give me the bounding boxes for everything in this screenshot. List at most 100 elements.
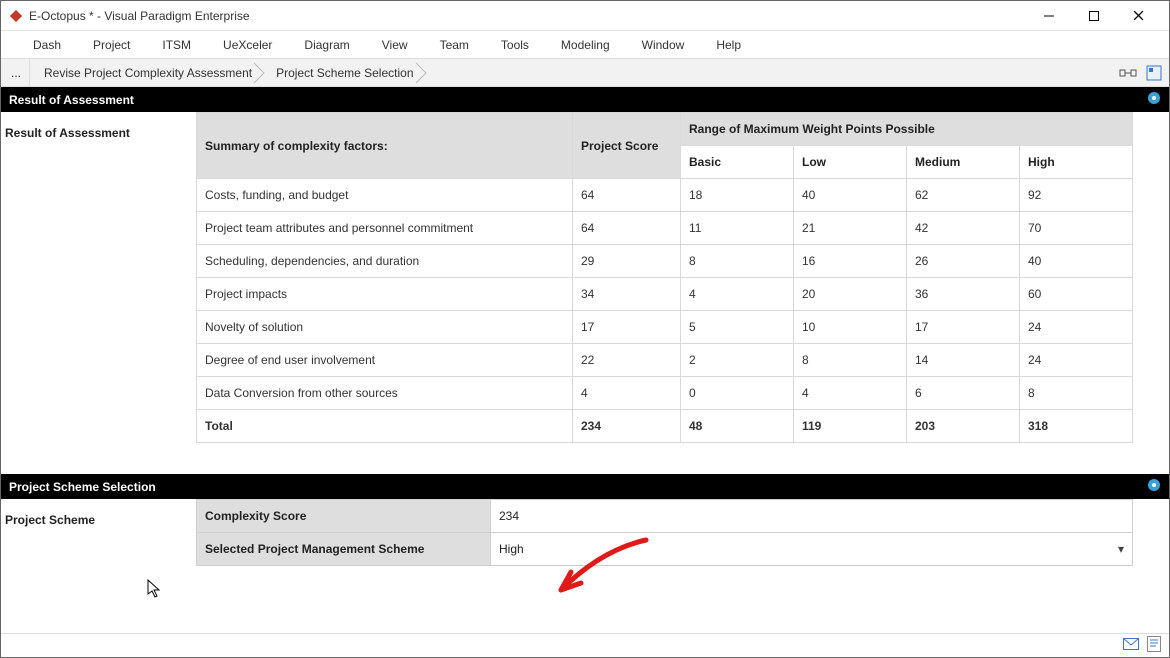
table-cell: 29 [573, 245, 681, 278]
panel-side-label-scheme: Project Scheme [1, 499, 196, 578]
table-row: Costs, funding, and budget6418406292 [197, 179, 1133, 212]
window-title: E-Octopus * - Visual Paradigm Enterprise [29, 9, 1026, 23]
menu-help[interactable]: Help [700, 34, 757, 56]
help-icon[interactable] [1147, 478, 1161, 495]
table-cell: 40 [794, 179, 907, 212]
table-cell: Costs, funding, and budget [197, 179, 573, 212]
breadcrumb-item-2[interactable]: Project Scheme Selection [266, 59, 427, 86]
col-summary: Summary of complexity factors: [197, 113, 573, 179]
col-medium: Medium [907, 146, 1020, 179]
table-cell: Project impacts [197, 278, 573, 311]
maximize-button[interactable] [1071, 1, 1116, 30]
table-cell: 4 [573, 377, 681, 410]
menu-diagram[interactable]: Diagram [288, 34, 365, 56]
table-cell: 64 [573, 212, 681, 245]
menu-project[interactable]: Project [77, 34, 146, 56]
table-cell: 64 [573, 179, 681, 212]
scheme-row-score: Complexity Score 234 [197, 500, 1133, 533]
table-cell: 0 [681, 377, 794, 410]
table-row: Scheduling, dependencies, and duration29… [197, 245, 1133, 278]
help-icon[interactable] [1147, 91, 1161, 108]
total-cell: 203 [907, 410, 1020, 443]
menu-team[interactable]: Team [424, 34, 485, 56]
chevron-right-icon [414, 61, 428, 85]
col-range: Range of Maximum Weight Points Possible [681, 113, 1133, 146]
table-cell: Project team attributes and personnel co… [197, 212, 573, 245]
col-low: Low [794, 146, 907, 179]
table-cell: 10 [794, 311, 907, 344]
statusbar [1, 633, 1169, 657]
close-button[interactable] [1116, 1, 1161, 30]
table-cell: 21 [794, 212, 907, 245]
panel-title: Result of Assessment [9, 93, 1147, 107]
scheme-select-cell[interactable]: High ▾ [491, 533, 1133, 566]
breadcrumb-overflow[interactable]: ... [3, 59, 30, 86]
panel-separator [1, 456, 1169, 474]
total-cell: 119 [794, 410, 907, 443]
breadcrumb-bar: ... Revise Project Complexity Assessment… [1, 59, 1169, 87]
table-cell: 26 [907, 245, 1020, 278]
app-icon [9, 9, 23, 23]
col-high: High [1020, 146, 1133, 179]
menu-window[interactable]: Window [626, 34, 701, 56]
panel-header-result: Result of Assessment [1, 87, 1169, 112]
toolbar-layout-button[interactable] [1117, 62, 1139, 84]
table-cell: 11 [681, 212, 794, 245]
table-row-total: Total23448119203318 [197, 410, 1133, 443]
total-cell: 318 [1020, 410, 1133, 443]
factors-table-wrap: Summary of complexity factors: Project S… [196, 112, 1169, 455]
menu-uexceler[interactable]: UeXceler [207, 34, 288, 56]
table-cell: 24 [1020, 344, 1133, 377]
panel-body-result: Result of Assessment Summary of complexi… [1, 112, 1169, 456]
table-cell: 4 [794, 377, 907, 410]
panel-header-scheme: Project Scheme Selection [1, 474, 1169, 499]
table-cell: 92 [1020, 179, 1133, 212]
panel-body-scheme: Project Scheme Complexity Score 234 Sele… [1, 499, 1169, 579]
scheme-table: Complexity Score 234 Selected Project Ma… [196, 499, 1133, 566]
table-cell: 17 [573, 311, 681, 344]
table-row: Project team attributes and personnel co… [197, 212, 1133, 245]
toolbar-diagram-button[interactable] [1143, 62, 1165, 84]
minimize-button[interactable] [1026, 1, 1071, 30]
table-cell: 62 [907, 179, 1020, 212]
menu-view[interactable]: View [366, 34, 424, 56]
table-cell: 5 [681, 311, 794, 344]
col-basic: Basic [681, 146, 794, 179]
table-cell: 60 [1020, 278, 1133, 311]
breadcrumb-label: Project Scheme Selection [276, 66, 413, 80]
scheme-score-value: 234 [491, 500, 1133, 533]
table-cell: 2 [681, 344, 794, 377]
menu-itsm[interactable]: ITSM [146, 34, 207, 56]
table-cell: Degree of end user involvement [197, 344, 573, 377]
scheme-select-label: Selected Project Management Scheme [197, 533, 491, 566]
table-row: Degree of end user involvement22281424 [197, 344, 1133, 377]
dropdown-caret-icon: ▾ [1118, 542, 1124, 556]
table-cell: 16 [794, 245, 907, 278]
breadcrumb-item-1[interactable]: Revise Project Complexity Assessment [34, 59, 266, 86]
table-cell: 42 [907, 212, 1020, 245]
titlebar: E-Octopus * - Visual Paradigm Enterprise [1, 1, 1169, 31]
table-cell: 22 [573, 344, 681, 377]
app-window: E-Octopus * - Visual Paradigm Enterprise… [0, 0, 1170, 658]
table-cell: Data Conversion from other sources [197, 377, 573, 410]
total-cell: 48 [681, 410, 794, 443]
table-cell: 8 [1020, 377, 1133, 410]
table-cell: 8 [681, 245, 794, 278]
scheme-table-wrap: Complexity Score 234 Selected Project Ma… [196, 499, 1169, 578]
total-label: Total [197, 410, 573, 443]
note-icon[interactable] [1147, 636, 1161, 655]
menu-tools[interactable]: Tools [485, 34, 545, 56]
mail-icon[interactable] [1123, 638, 1139, 653]
window-buttons [1026, 1, 1161, 30]
menubar: Dash Project ITSM UeXceler Diagram View … [1, 31, 1169, 59]
menu-dash[interactable]: Dash [17, 34, 77, 56]
table-row: Project impacts344203660 [197, 278, 1133, 311]
factors-table: Summary of complexity factors: Project S… [196, 112, 1133, 443]
table-cell: 70 [1020, 212, 1133, 245]
table-cell: 14 [907, 344, 1020, 377]
col-score: Project Score [573, 113, 681, 179]
menu-modeling[interactable]: Modeling [545, 34, 626, 56]
breadcrumb-label: Revise Project Complexity Assessment [44, 66, 252, 80]
total-cell: 234 [573, 410, 681, 443]
table-cell: Novelty of solution [197, 311, 573, 344]
